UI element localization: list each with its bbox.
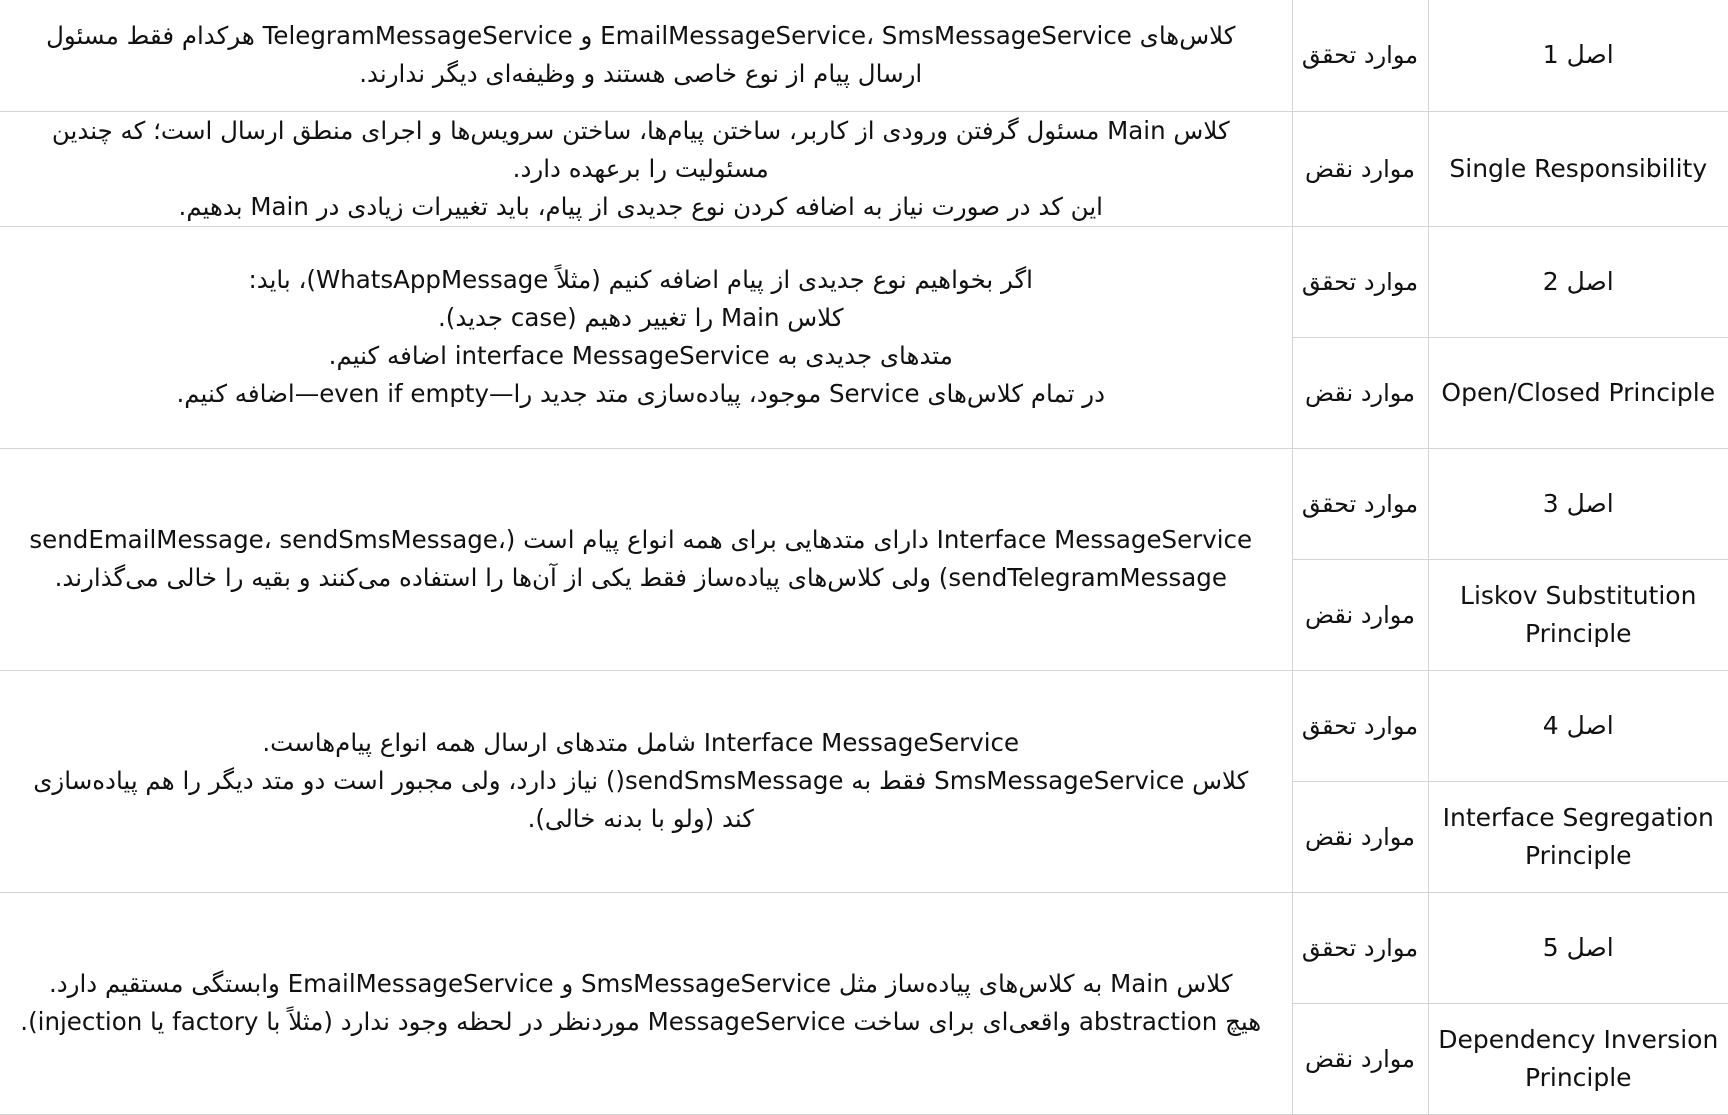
content-line: در تمام کلاس‌های Service موجود، پیاده‌سا…: [176, 379, 1106, 408]
principle-name: Liskov Substitution Principle: [1427, 559, 1728, 671]
status-fulfilled-label: موارد تحقق: [1291, 448, 1428, 560]
table-row: کلاس‌های EmailMessageService، SmsMessage…: [0, 0, 1728, 112]
status-violation-label: موارد نقض: [1291, 781, 1428, 893]
table-row: اگر بخواهیم نوع جدیدی از پیام اضافه کنیم…: [0, 226, 1728, 449]
table-row: کلاس Main به کلاس‌های پیاده‌ساز مثل SmsM…: [0, 892, 1728, 1115]
fulfilled-content-cell: کلاس‌های EmailMessageService، SmsMessage…: [0, 0, 1292, 112]
content-line: اگر بخواهیم نوع جدیدی از پیام اضافه کنیم…: [248, 265, 1033, 294]
merged-content-cell: اگر بخواهیم نوع جدیدی از پیام اضافه کنیم…: [0, 226, 1292, 449]
content-line: کلاس‌های EmailMessageService، SmsMessage…: [46, 21, 1236, 89]
table-row: کلاس Main مسئول گرفتن ورودی از کاربر، سا…: [0, 111, 1728, 227]
status-violation-label: موارد نقض: [1291, 1003, 1428, 1115]
principle-number: اصل 5: [1427, 892, 1728, 1004]
content-line: این کد در صورت نیاز به اضافه کردن نوع جد…: [178, 191, 1103, 221]
principle-number: اصل 3: [1427, 448, 1728, 560]
content-line: کلاس Main را تغییر دهیم (case جدید).: [438, 303, 844, 332]
merged-content-cell: Interface MessageService شامل متدهای ارس…: [0, 670, 1292, 893]
solid-principles-table: کلاس‌های EmailMessageService، SmsMessage…: [0, 0, 1728, 1115]
table-row: Interface MessageService دارای متدهایی ب…: [0, 448, 1728, 671]
merged-content-cell: کلاس Main به کلاس‌های پیاده‌ساز مثل SmsM…: [0, 892, 1292, 1115]
status-violation-label: موارد نقض: [1291, 337, 1428, 449]
principle-name: Interface Segregation Principle: [1427, 781, 1728, 893]
status-fulfilled-label: موارد تحقق: [1291, 226, 1428, 338]
status-fulfilled-label: موارد تحقق: [1291, 892, 1428, 1004]
principle-name: Dependency Inversion Principle: [1427, 1003, 1728, 1115]
content-line: هیچ abstraction واقعی‌ای برای ساخت Messa…: [20, 1007, 1262, 1036]
merged-content-cell: Interface MessageService دارای متدهایی ب…: [0, 448, 1292, 671]
violation-content-cell: کلاس Main مسئول گرفتن ورودی از کاربر، سا…: [0, 111, 1292, 227]
status-violation-label: موارد نقض: [1291, 111, 1428, 227]
status-fulfilled-label: موارد تحقق: [1291, 670, 1428, 782]
principle-number: اصل 1: [1427, 0, 1728, 112]
content-line: کلاس Main به کلاس‌های پیاده‌ساز مثل SmsM…: [48, 969, 1233, 998]
table-row: Interface MessageService شامل متدهای ارس…: [0, 670, 1728, 893]
principle-name: Open/Closed Principle: [1427, 337, 1728, 449]
principle-number: اصل 4: [1427, 670, 1728, 782]
principle-name: Single Responsibility: [1427, 111, 1728, 227]
content-line: متدهای جدیدی به interface MessageService…: [328, 341, 953, 370]
content-line: کلاس Main مسئول گرفتن ورودی از کاربر، سا…: [51, 115, 1230, 183]
content-line: کلاس SmsMessageService فقط به sendSmsMes…: [33, 766, 1249, 833]
content-line: Interface MessageService دارای متدهایی ب…: [29, 525, 1253, 592]
principle-number: اصل 2: [1427, 226, 1728, 338]
content-line: Interface MessageService شامل متدهای ارس…: [262, 728, 1020, 757]
status-fulfilled-label: موارد تحقق: [1291, 0, 1428, 112]
status-violation-label: موارد نقض: [1291, 559, 1428, 671]
